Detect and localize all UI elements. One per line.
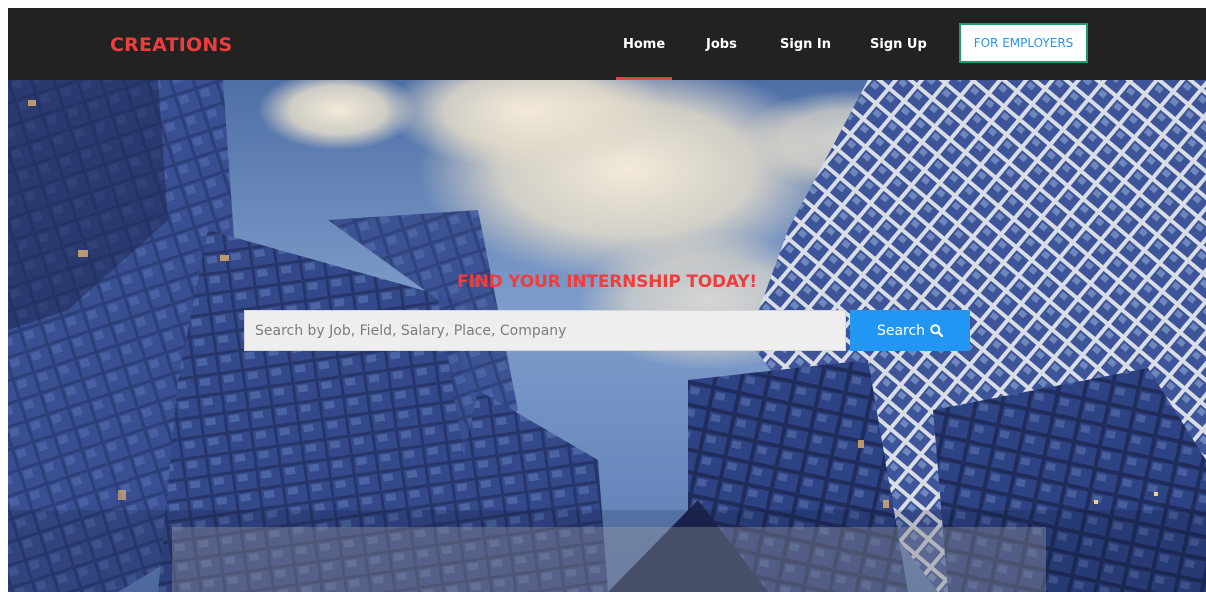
top-navbar: CREATIONS Home Jobs Sign In Sign Up FOR … <box>8 8 1206 80</box>
for-employers-label: FOR EMPLOYERS <box>973 36 1074 50</box>
nav-sign-up[interactable]: Sign Up <box>870 36 927 54</box>
nav-sign-in[interactable]: Sign In <box>780 36 831 54</box>
nav-home[interactable]: Home <box>623 36 665 54</box>
nav-jobs[interactable]: Jobs <box>706 36 737 54</box>
job-search-input[interactable] <box>244 310 846 351</box>
featured-panel <box>172 527 1046 592</box>
search-icon <box>930 324 944 337</box>
search-button-label: Search <box>876 322 926 339</box>
page: CREATIONS Home Jobs Sign In Sign Up FOR … <box>8 8 1206 592</box>
search-button[interactable]: Search <box>850 310 970 351</box>
nav-active-indicator <box>616 77 672 80</box>
hero-section: FIND YOUR INTERNSHIP TODAY! Search <box>8 80 1206 592</box>
brand-logo[interactable]: CREATIONS <box>110 34 232 56</box>
for-employers-button[interactable]: FOR EMPLOYERS <box>959 23 1088 63</box>
hero-headline: FIND YOUR INTERNSHIP TODAY! <box>457 272 757 292</box>
